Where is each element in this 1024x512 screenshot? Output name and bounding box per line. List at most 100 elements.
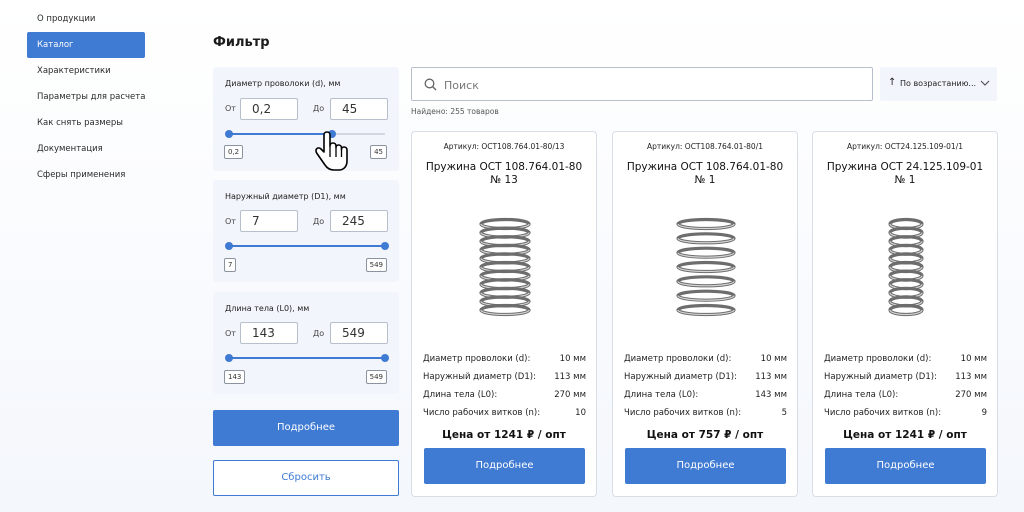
- spec-row: Длина тела (L0): 270 мм: [423, 390, 586, 408]
- spec-value: 113 мм: [755, 372, 787, 382]
- range-handle-min[interactable]: [225, 242, 233, 250]
- hand-cursor-icon: [315, 131, 348, 171]
- product-article: Артикул: ОСТ108.764.01-80/13: [443, 142, 565, 151]
- sidebar-item-calc-params[interactable]: Параметры для расчета: [27, 84, 145, 110]
- spec-value: 9: [981, 408, 987, 418]
- sort-label: По возрастанию...: [900, 79, 977, 88]
- range-max-tag: 549: [365, 258, 387, 272]
- spec-row: Диаметр проволоки (d): 10 мм: [624, 354, 787, 372]
- product-article: Артикул: ОСТ108.764.01-80/1: [646, 142, 764, 151]
- range-slider[interactable]: [225, 130, 385, 138]
- spec-key: Диаметр проволоки (d):: [824, 354, 932, 364]
- search-box: [411, 67, 873, 101]
- sidebar-item-measure[interactable]: Как снять размеры: [27, 110, 145, 136]
- spec-value: 143 мм: [755, 390, 787, 400]
- to-input[interactable]: 549: [330, 322, 388, 344]
- product-details-button[interactable]: Подробнее: [825, 448, 986, 484]
- from-label: От: [225, 329, 236, 338]
- product-price: Цена от 1241 ₽ / опт: [442, 429, 566, 441]
- product-name-line1: Пружина ОСТ 24.125.109-01: [826, 161, 984, 173]
- spec-value: 10 мм: [960, 354, 987, 364]
- spec-row: Наружный диаметр (D1): 113 мм: [624, 372, 787, 390]
- search-input[interactable]: [442, 75, 866, 95]
- range-max-tag: 549: [365, 370, 387, 384]
- spring-image: [455, 212, 555, 322]
- product-details-button[interactable]: Подробнее: [625, 448, 786, 484]
- filter-wire-diameter: Диаметр проволоки (d), мм От 0,2 До 45 0…: [213, 67, 399, 171]
- spec-value: 10 мм: [760, 354, 787, 364]
- filter-body-length: Длина тела (L0), мм От 143 До 549 143 54…: [213, 292, 399, 394]
- from-input[interactable]: 143: [240, 322, 298, 344]
- product-details-button[interactable]: Подробнее: [424, 448, 585, 484]
- product-name-line1: Пружина ОСТ 108.764.01-80: [626, 161, 784, 173]
- sidebar-nav: О продукции Каталог Характеристики Парам…: [27, 6, 145, 188]
- spec-row: Диаметр проволоки (d): 10 мм: [423, 354, 586, 372]
- product-name-line1: Пружина ОСТ 108.764.01-80: [425, 161, 583, 173]
- chevron-down-icon: [980, 80, 990, 86]
- product-price: Цена от 1241 ₽ / опт: [843, 429, 967, 441]
- range-fill: [229, 357, 385, 359]
- spec-value: 113 мм: [955, 372, 987, 382]
- product-price: Цена от 757 ₽ / опт: [646, 429, 764, 441]
- range-slider[interactable]: [225, 242, 389, 250]
- product-card[interactable]: Артикул: ОСТ108.764.01-80/1 Пружина ОСТ …: [612, 131, 798, 497]
- spec-key: Наружный диаметр (D1):: [824, 372, 937, 382]
- to-input[interactable]: 245: [330, 210, 388, 232]
- spec-value: 10 мм: [559, 354, 586, 364]
- range-min-tag: 0,2: [224, 145, 244, 159]
- range-max-tag: 45: [370, 145, 387, 159]
- spec-row: Число рабочих витков (n): 5: [624, 408, 787, 426]
- to-input[interactable]: 45: [330, 98, 388, 120]
- apply-filter-button[interactable]: Подробнее: [213, 410, 399, 446]
- spec-value: 113 мм: [554, 372, 586, 382]
- spec-row: Наружный диаметр (D1): 113 мм: [824, 372, 987, 390]
- product-name: Пружина ОСТ 108.764.01-80 № 13: [422, 161, 586, 187]
- sort-arrow-icon: ↑: [888, 77, 897, 88]
- sidebar-item-docs[interactable]: Документация: [27, 136, 145, 162]
- filter-title: Фильтр: [213, 35, 270, 50]
- reset-filter-button[interactable]: Сбросить: [213, 460, 399, 496]
- sidebar-item-about[interactable]: О продукции: [27, 6, 145, 32]
- filter-group-title: Диаметр проволоки (d), мм: [225, 79, 341, 88]
- spec-key: Длина тела (L0):: [824, 390, 899, 400]
- range-fill: [229, 245, 385, 247]
- to-label: До: [313, 104, 325, 113]
- filter-outer-diameter: Наружный диаметр (D1), мм От 7 До 245 7 …: [213, 180, 399, 282]
- spec-value: 10: [575, 408, 586, 418]
- range-handle-min[interactable]: [225, 130, 233, 138]
- spec-key: Диаметр проволоки (d):: [423, 354, 531, 364]
- from-label: От: [225, 217, 236, 226]
- sidebar-item-catalog[interactable]: Каталог: [27, 32, 145, 58]
- spec-key: Длина тела (L0):: [624, 390, 699, 400]
- spec-key: Длина тела (L0):: [423, 390, 498, 400]
- product-name: Пружина ОСТ 108.764.01-80 № 1: [623, 161, 787, 187]
- spec-row: Число рабочих витков (n): 10: [423, 408, 586, 426]
- product-article: Артикул: ОСТ24.125.109-01/1: [846, 142, 964, 151]
- from-label: От: [225, 104, 236, 113]
- product-card[interactable]: Артикул: ОСТ108.764.01-80/13 Пружина ОСТ…: [411, 131, 597, 497]
- filter-group-title: Длина тела (L0), мм: [225, 304, 310, 313]
- sidebar-item-characteristics[interactable]: Характеристики: [27, 58, 145, 84]
- spec-row: Число рабочих витков (n): 9: [824, 408, 987, 426]
- range-min-tag: 7: [224, 258, 237, 272]
- range-handle-min[interactable]: [225, 354, 233, 362]
- from-input[interactable]: 7: [240, 210, 298, 232]
- sidebar-item-applications[interactable]: Сферы применения: [27, 162, 145, 188]
- range-slider[interactable]: [225, 354, 389, 362]
- spec-row: Диаметр проволоки (d): 10 мм: [824, 354, 987, 372]
- spec-key: Число рабочих витков (n):: [824, 408, 942, 418]
- from-input[interactable]: 0,2: [240, 98, 298, 120]
- spec-value: 270 мм: [554, 390, 586, 400]
- spring-image: [856, 212, 956, 322]
- spec-value: 5: [781, 408, 787, 418]
- product-specs: Диаметр проволоки (d): 10 мм Наружный диа…: [423, 354, 586, 426]
- product-card[interactable]: Артикул: ОСТ24.125.109-01/1 Пружина ОСТ …: [812, 131, 998, 497]
- product-specs: Диаметр проволоки (d): 10 мм Наружный диа…: [824, 354, 987, 426]
- results-count: Найдено: 255 товаров: [411, 107, 499, 116]
- range-handle-max[interactable]: [381, 242, 389, 250]
- sort-dropdown[interactable]: ↑ По возрастанию...: [880, 67, 997, 101]
- spec-row: Наружный диаметр (D1): 113 мм: [423, 372, 586, 390]
- spec-key: Наружный диаметр (D1):: [624, 372, 737, 382]
- spring-image: [656, 212, 756, 322]
- range-handle-max[interactable]: [381, 354, 389, 362]
